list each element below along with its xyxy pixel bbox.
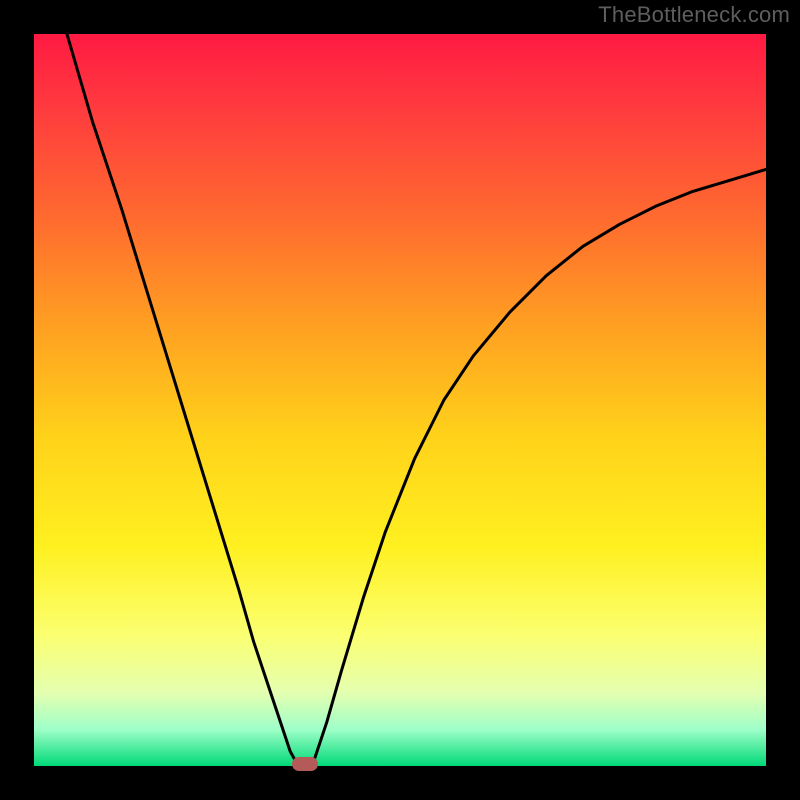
chart-frame: TheBottleneck.com — [0, 0, 800, 800]
watermark-text: TheBottleneck.com — [598, 2, 790, 28]
plot-area — [34, 34, 766, 766]
chart-svg — [34, 34, 766, 766]
minimum-marker — [292, 757, 318, 771]
bottleneck-curve — [67, 34, 766, 766]
